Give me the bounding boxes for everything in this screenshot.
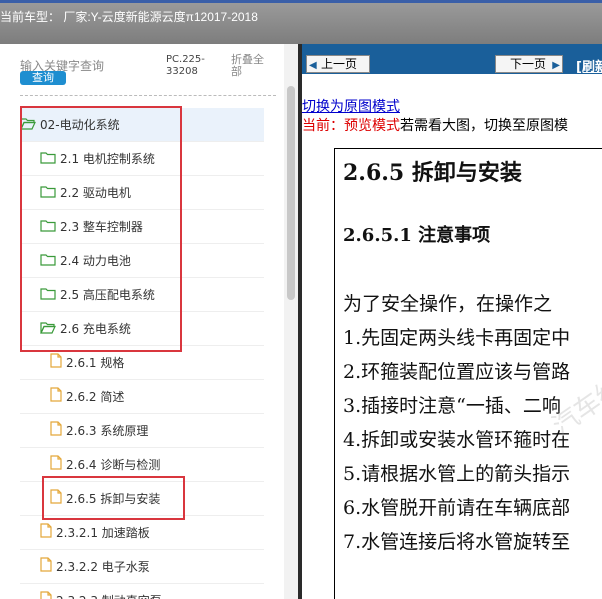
file-icon (40, 517, 52, 551)
doc-paragraph: 6.水管脱开前请在车辆底部 (343, 497, 571, 519)
tree-item-label: 2.3.2.1 加速踏板 (56, 526, 150, 540)
doc-subheading: 2.6.5.1 注意事项 (343, 225, 491, 246)
tree-item-label: 2.6.4 诊断与检测 (66, 458, 161, 472)
tree-item-label: 2.3.2.2 电子水泵 (56, 560, 150, 574)
tree-scrollbar[interactable] (284, 44, 298, 599)
file-icon (40, 551, 52, 585)
tree-item[interactable]: 2.3.2.2 电子水泵 (20, 550, 264, 584)
arrow-left-icon: ◀ (309, 60, 317, 71)
model-code: PC.225-33208 (166, 54, 205, 77)
file-icon (50, 381, 62, 415)
tree-item[interactable]: 2.6.3 系统原理 (20, 414, 264, 448)
doc-paragraph: 5.请根据水管上的箭头指示 (343, 463, 571, 485)
original-mode-link[interactable]: 切换为原图模式 (302, 96, 400, 116)
tree-item-label: 2.6.1 规格 (66, 356, 125, 370)
next-page-button[interactable]: ▶ 下一页 (495, 55, 563, 73)
mode-notice: 当前：预览模式若需看大图，切换至原图模 (302, 115, 568, 135)
doc-paragraph: 2.环箍装配位置应该与管路 (343, 361, 571, 383)
tree-item[interactable]: 2.6.2 简述 (20, 380, 264, 414)
prev-page-button[interactable]: ◀ 上一页 (306, 55, 370, 73)
search-button[interactable]: 查询 (20, 71, 66, 85)
mode-notice-text: 若需看大图，切换至原图模 (400, 117, 568, 133)
doc-paragraph: 7.水管连接后将水管旋转至 (343, 531, 571, 553)
document-page: 2.6.5 拆卸与安装 2.6.5.1 注意事项 为了安全操作，在操作之 1.先固… (334, 148, 602, 599)
doc-paragraph: 为了安全操作，在操作之 (343, 293, 553, 315)
divider (20, 95, 276, 96)
page-nav-bar: ◀ 上一页 ▶ 下一页 [刷新 (302, 44, 602, 75)
doc-paragraph: 1.先固定两头线卡再固定中 (343, 327, 571, 349)
doc-paragraph: 4.拆卸或安装水管环箍时在 (343, 429, 571, 451)
scrollbar-thumb[interactable] (287, 86, 295, 300)
tree-item-label: 2.6.2 简述 (66, 390, 125, 404)
tree-item[interactable]: 2.3.2.3 制动真空泵 (20, 584, 264, 599)
current-vehicle-title: 当前车型： 厂家:Y-云度新能源云度π12017-2018 (0, 10, 258, 24)
tree-item[interactable]: 2.3.2.1 加速踏板 (20, 516, 264, 550)
title-bar: 当前车型： 厂家:Y-云度新能源云度π12017-2018 (0, 0, 602, 44)
doc-heading: 2.6.5 拆卸与安装 (343, 160, 522, 186)
mode-notice-label: 当前：预览模式 (302, 117, 400, 133)
collapse-all-button[interactable]: 折叠全部 (231, 54, 273, 78)
tree-item-label: 2.6.3 系统原理 (66, 424, 149, 438)
file-icon (50, 415, 62, 449)
catalog-panel: 输入关键字查询 查询 PC.225-33208 折叠全部 02-电动化系统 2.1… (0, 44, 300, 599)
search-area: 输入关键字查询 查询 PC.225-33208 折叠全部 (0, 44, 284, 96)
document-panel: ◀ 上一页 ▶ 下一页 [刷新 切换为原图模式 当前：预览模式若需看大图，切换至… (302, 44, 602, 599)
tree-item-label: 2.3.2.3 制动真空泵 (56, 594, 162, 599)
highlight-box-folders (20, 106, 182, 352)
arrow-right-icon: ▶ (552, 60, 560, 71)
refresh-link[interactable]: [刷新 (576, 56, 602, 75)
highlight-box-selected (42, 476, 185, 520)
doc-paragraph: 3.插接时注意“一插、二响 (343, 395, 561, 417)
file-icon (40, 585, 52, 599)
